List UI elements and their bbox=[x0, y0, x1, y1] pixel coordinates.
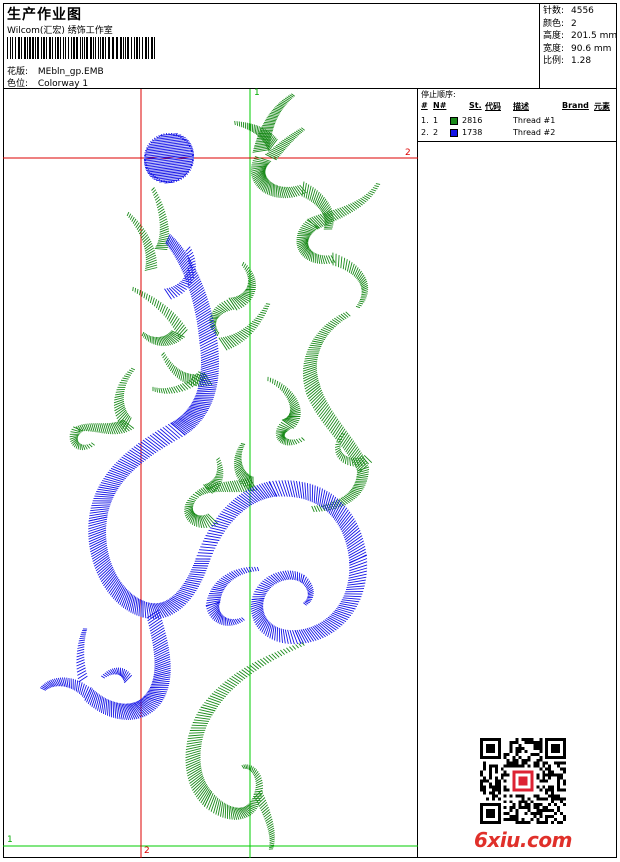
colorway-value: Colorway 1 bbox=[37, 79, 89, 89]
stop-sequence-panel: 停止顺序: # N# St. 代码 描述 Brand 元素 1. 1 2816 … bbox=[418, 89, 617, 142]
stat-stitches: 针数: 4556 bbox=[543, 6, 594, 16]
stat-width: 宽度: 90.6 mm bbox=[543, 43, 612, 54]
red-guide-label-bottom: 2 bbox=[144, 846, 150, 856]
embroidery-design-area: 1 1 2 2 bbox=[3, 88, 418, 858]
qr-code bbox=[480, 738, 566, 824]
embroidery-preview bbox=[3, 89, 418, 858]
watermark-logo: 6xiu.com bbox=[474, 828, 572, 852]
stop-sequence-title: 停止顺序: bbox=[421, 90, 456, 99]
color-swatch bbox=[450, 129, 458, 137]
color-swatch bbox=[450, 117, 458, 125]
col-brand: Brand bbox=[562, 101, 589, 110]
design-stats: 针数: 4556 颜色: 2 高度: 201.5 mm 宽度: 90.6 mm 比例: 1… bbox=[539, 3, 617, 88]
green-guide-label-top: 1 bbox=[254, 88, 260, 98]
thread-1-stitches bbox=[69, 93, 381, 850]
barcode bbox=[7, 37, 155, 59]
colorway-label: 色位: bbox=[7, 79, 29, 89]
green-guide-label-left: 1 bbox=[7, 835, 13, 845]
col-description: 描述 bbox=[513, 102, 529, 111]
col-n: N# bbox=[433, 101, 447, 110]
red-guide-label-right: 2 bbox=[405, 148, 411, 158]
stat-height: 高度: 201.5 mm bbox=[543, 31, 618, 42]
stat-colors: 颜色: 2 bbox=[543, 18, 577, 29]
col-code: 代码 bbox=[485, 102, 501, 111]
worksheet-header: 生产作业图 Wilcom(汇宏) 绣饰工作室 花版: MEbln_gp.EMB … bbox=[3, 3, 617, 89]
col-stitches: St. bbox=[469, 101, 482, 110]
col-element: 元素 bbox=[594, 102, 610, 111]
header-info: 生产作业图 Wilcom(汇宏) 绣饰工作室 花版: MEbln_gp.EMB … bbox=[3, 3, 539, 89]
page-title: 生产作业图 bbox=[7, 7, 82, 23]
colorway-field: 色位: Colorway 1 bbox=[7, 76, 88, 89]
col-index: # bbox=[421, 101, 428, 110]
stat-scale: 比例: 1.28 bbox=[543, 56, 592, 67]
software-subtitle: Wilcom(汇宏) 绣饰工作室 bbox=[7, 26, 113, 36]
